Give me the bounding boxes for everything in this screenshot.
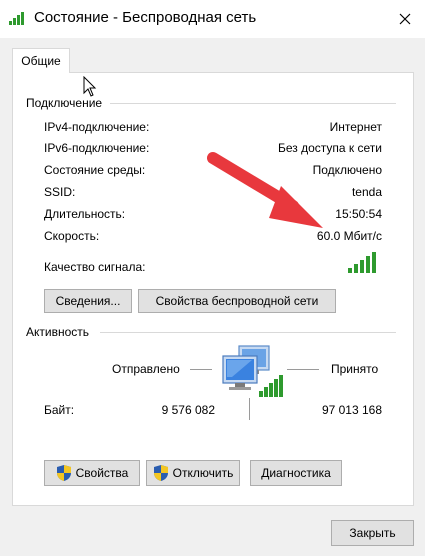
bytes-sent-value: 9 576 082 xyxy=(161,403,215,417)
close-icon xyxy=(399,13,411,25)
disconnect-button[interactable]: Отключить xyxy=(146,460,240,486)
properties-button[interactable]: Свойства xyxy=(44,460,140,486)
duration-label: Длительность: xyxy=(44,207,126,221)
close-button[interactable]: Закрыть xyxy=(331,520,414,546)
wireless-properties-button[interactable]: Свойства беспроводной сети xyxy=(138,289,336,313)
details-button[interactable]: Сведения... xyxy=(44,289,132,313)
network-computers-icon xyxy=(217,343,287,404)
ipv4-value: Интернет xyxy=(329,120,382,134)
disconnect-button-label: Отключить xyxy=(172,466,234,480)
received-label: Принято xyxy=(331,362,379,376)
activity-group-line xyxy=(100,332,396,333)
window-title: Состояние - Беспроводная сеть xyxy=(34,9,257,26)
media-state-label: Состояние среды: xyxy=(44,163,146,177)
red-arrow-icon xyxy=(205,150,330,238)
sent-label: Отправлено xyxy=(112,362,180,376)
diagnostics-button[interactable]: Диагностика xyxy=(250,460,342,486)
ipv6-label: IPv6-подключение: xyxy=(44,141,150,155)
mouse-cursor-icon xyxy=(83,75,97,101)
bytes-label: Байт: xyxy=(44,403,75,417)
shield-icon xyxy=(56,465,71,481)
close-window-button[interactable] xyxy=(385,0,425,38)
signal-quality-label: Качество сигнала: xyxy=(44,260,146,274)
received-line xyxy=(287,369,319,370)
activity-group-title: Активность xyxy=(26,325,94,339)
wifi-signal-icon xyxy=(8,10,28,26)
ipv4-label: IPv4-подключение: xyxy=(44,120,150,134)
signal-bars-icon xyxy=(347,250,379,277)
ssid-label: SSID: xyxy=(44,185,76,199)
bytes-received-value: 97 013 168 xyxy=(321,403,382,417)
connection-group-line xyxy=(110,103,396,104)
shield-icon xyxy=(153,465,168,481)
properties-button-label: Свойства xyxy=(75,466,129,480)
sent-line xyxy=(190,369,212,370)
speed-label: Скорость: xyxy=(44,229,100,243)
tab-general[interactable]: Общие xyxy=(12,48,70,73)
